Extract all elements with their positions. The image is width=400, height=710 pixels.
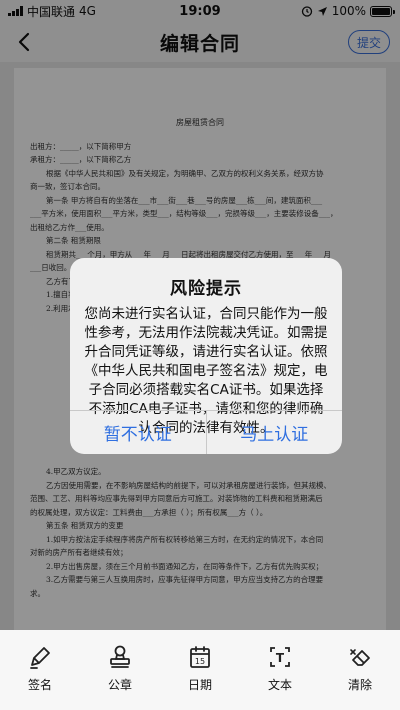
skip-verification-button[interactable]: 暂不认证 bbox=[70, 411, 206, 454]
dialog-title: 风险提示 bbox=[170, 279, 242, 299]
tool-signature[interactable]: 签名 bbox=[0, 644, 80, 710]
pen-icon bbox=[30, 647, 50, 669]
text-box-icon: T bbox=[270, 647, 290, 667]
risk-alert-dialog: 风险提示 您尚未进行实名认证，合同只能作为一般性参考，无法用作法院裁决凭证。如需… bbox=[70, 258, 342, 454]
tool-stamp[interactable]: 公章 bbox=[80, 644, 160, 710]
tool-date[interactable]: 15 日期 bbox=[160, 644, 240, 710]
tool-clear[interactable]: 清除 bbox=[320, 644, 400, 710]
eraser-icon bbox=[350, 649, 370, 666]
text-glyph: T bbox=[276, 651, 285, 665]
tool-label: 签名 bbox=[27, 678, 52, 692]
tool-label: 日期 bbox=[187, 678, 212, 692]
bottom-toolbar: 签名 公章 15 日期 T 文本 清除 bbox=[0, 630, 400, 710]
tool-text[interactable]: T 文本 bbox=[240, 644, 320, 710]
dialog-buttons: 暂不认证 马上认证 bbox=[70, 410, 342, 454]
tool-label: 清除 bbox=[347, 678, 372, 692]
verify-now-button[interactable]: 马上认证 bbox=[205, 411, 343, 454]
calendar-icon: 15 bbox=[190, 646, 210, 668]
calendar-number: 15 bbox=[195, 657, 205, 666]
stamp-icon bbox=[110, 645, 130, 668]
tool-label: 公章 bbox=[107, 678, 132, 692]
tool-label: 文本 bbox=[267, 678, 292, 692]
